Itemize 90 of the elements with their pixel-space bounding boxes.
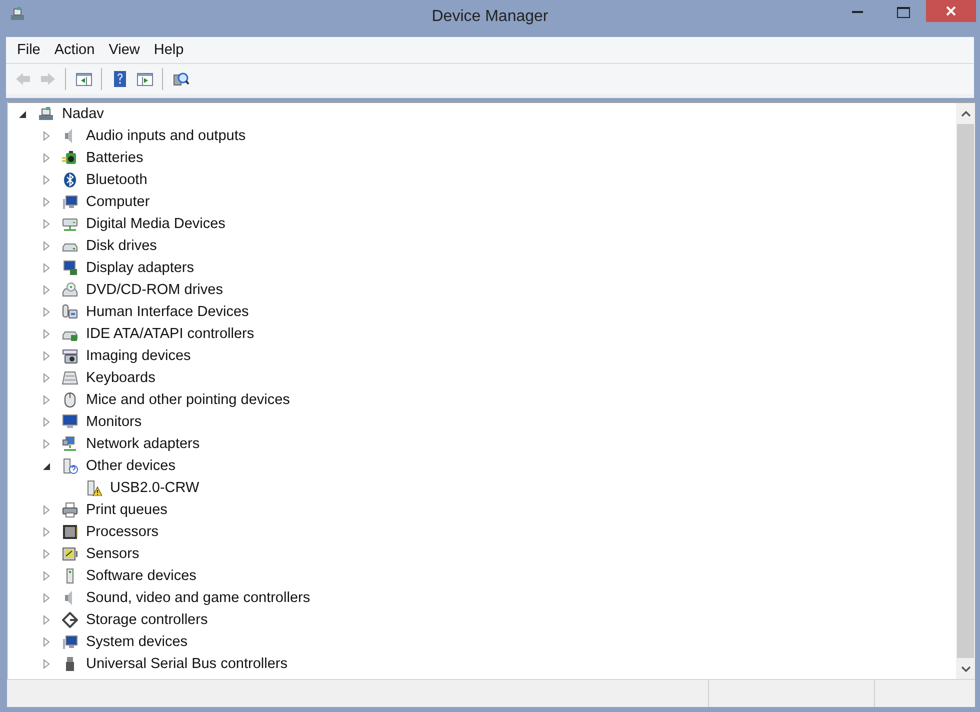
forward-arrow-icon (40, 71, 56, 87)
menu-item[interactable]: View (102, 42, 147, 58)
help-icon (112, 71, 128, 87)
tree-item[interactable]: Batteries (86, 150, 144, 166)
monitor-icon (62, 414, 78, 430)
mouse-icon (62, 392, 78, 408)
tree-item[interactable]: Mice and other pointing devices (86, 392, 290, 408)
network-icon (62, 436, 78, 452)
tree-item[interactable]: DVD/CD-ROM drives (86, 282, 223, 298)
panel-icon (76, 71, 92, 87)
monitor-icon (62, 634, 78, 650)
collapsed-arrow-icon[interactable] (42, 527, 50, 537)
collapsed-arrow-icon[interactable] (42, 615, 50, 625)
collapsed-arrow-icon[interactable] (42, 219, 50, 229)
collapsed-arrow-icon[interactable] (42, 549, 50, 559)
camera-icon (62, 348, 78, 364)
collapsed-arrow-icon[interactable] (42, 659, 50, 669)
collapsed-arrow-icon[interactable] (42, 417, 50, 427)
close-icon (946, 6, 956, 16)
collapsed-arrow-icon[interactable] (42, 351, 50, 361)
tree-item[interactable]: Nadav (62, 106, 104, 122)
maximize-icon (896, 6, 910, 18)
collapsed-arrow-icon[interactable] (42, 637, 50, 647)
tree-item[interactable]: Disk drives (86, 238, 157, 254)
unknown-device-icon (62, 458, 78, 474)
scan-hardware-icon (172, 71, 188, 87)
bluetooth-icon (62, 172, 78, 188)
tree-item[interactable]: IDE ATA/ATAPI controllers (86, 326, 254, 342)
display-adapter-icon (62, 260, 78, 276)
collapsed-arrow-icon[interactable] (42, 285, 50, 295)
collapsed-arrow-icon[interactable] (42, 197, 50, 207)
tree-item[interactable]: Print queues (86, 502, 168, 518)
processor-icon (62, 524, 78, 540)
monitor-icon (62, 194, 78, 210)
printer-icon (62, 502, 78, 518)
collapsed-arrow-icon[interactable] (42, 395, 50, 405)
collapsed-arrow-icon[interactable] (42, 175, 50, 185)
window-title: Device Manager (430, 7, 550, 27)
tree-item[interactable]: Sound, video and game controllers (86, 590, 310, 606)
tree-item[interactable]: Processors (86, 524, 159, 540)
tree-item[interactable]: System devices (86, 634, 188, 650)
collapsed-arrow-icon[interactable] (42, 329, 50, 339)
computer-icon (10, 6, 26, 22)
minimize-icon (852, 11, 862, 13)
sensor-icon (62, 546, 78, 562)
tree-item[interactable]: Storage controllers (86, 612, 208, 628)
collapsed-arrow-icon[interactable] (42, 373, 50, 383)
scrollbar-thumb[interactable] (957, 124, 974, 658)
tree-item[interactable]: Computer (86, 194, 150, 210)
collapsed-arrow-icon[interactable] (42, 571, 50, 581)
tree-item[interactable]: Display adapters (86, 260, 194, 276)
caret-down-icon (960, 666, 970, 672)
tree-item[interactable]: Audio inputs and outputs (86, 128, 246, 144)
input-device-icon (62, 304, 78, 320)
tree-item[interactable]: Human Interface Devices (86, 304, 249, 320)
tree-item[interactable]: Bluetooth (86, 172, 148, 188)
battery-icon (62, 150, 78, 166)
tree-item[interactable]: Software devices (86, 568, 196, 584)
tree-item[interactable]: Digital Media Devices (86, 216, 226, 232)
menu-item[interactable]: Help (146, 42, 191, 58)
tree-item[interactable]: Sensors (86, 546, 140, 562)
tree-item[interactable]: Other devices (86, 458, 176, 474)
scrollbar[interactable] (956, 103, 975, 679)
tree-item[interactable]: Universal Serial Bus controllers (86, 656, 288, 672)
keyboard-icon (62, 370, 78, 386)
tree-item[interactable]: Network adapters (86, 436, 200, 452)
tree-item[interactable]: USB2.0-CRW (110, 480, 200, 496)
tree-item[interactable]: Monitors (86, 414, 142, 430)
collapsed-arrow-icon[interactable] (42, 131, 50, 141)
collapsed-arrow-icon[interactable] (42, 593, 50, 603)
close-button[interactable] (926, 0, 976, 22)
tree-item[interactable]: Imaging devices (86, 348, 191, 364)
collapsed-arrow-icon[interactable] (42, 307, 50, 317)
tree-item[interactable]: Keyboards (86, 370, 156, 386)
storage-controller-icon (62, 612, 78, 628)
collapsed-arrow-icon[interactable] (42, 263, 50, 273)
menu-item[interactable]: File (10, 42, 48, 58)
media-device-icon (62, 216, 78, 232)
collapsed-arrow-icon[interactable] (42, 439, 50, 449)
collapsed-arrow-icon[interactable] (42, 153, 50, 163)
optical-drive-icon (62, 282, 78, 298)
computer-icon (38, 106, 54, 122)
collapsed-arrow-icon[interactable] (42, 505, 50, 515)
panel-icon (136, 71, 152, 87)
back-arrow-icon (14, 71, 30, 87)
caret-up-icon (960, 110, 970, 116)
expanded-arrow-icon[interactable] (42, 462, 50, 470)
collapsed-arrow-icon[interactable] (42, 241, 50, 251)
menu-item[interactable]: Action (47, 42, 102, 58)
expanded-arrow-icon[interactable] (18, 110, 26, 118)
